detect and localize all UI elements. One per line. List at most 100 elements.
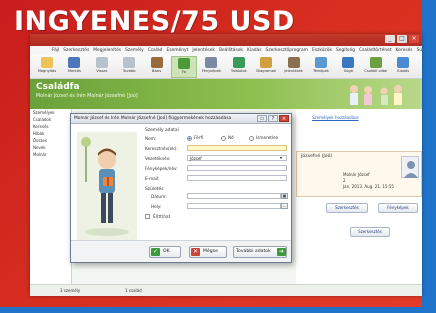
given-name-field[interactable] bbox=[187, 145, 287, 151]
living-label: Él(tt)hat bbox=[153, 214, 171, 219]
dialog-help-button[interactable]: ? bbox=[268, 115, 278, 122]
minimize-button[interactable]: _ bbox=[385, 35, 395, 43]
menu-bar: Fájl Szerkesztés Megjelenítés Személy Család… bbox=[30, 46, 422, 55]
maximize-button[interactable]: □ bbox=[397, 35, 407, 43]
report-icon bbox=[287, 57, 300, 68]
menu-item[interactable]: Súgó bbox=[417, 46, 422, 55]
left-panel-item[interactable]: Molnár bbox=[30, 151, 71, 158]
help-icon bbox=[342, 57, 355, 68]
toolbar-button-label: Mentés bbox=[67, 69, 81, 73]
family-illustration-icon bbox=[350, 85, 402, 105]
toolbar-button-label: Megnyitás bbox=[37, 69, 57, 73]
forward-arrow-icon bbox=[123, 57, 136, 68]
menu-item[interactable]: Szerkesztés bbox=[63, 46, 89, 55]
toolbar-button[interactable]: Jelentések bbox=[281, 56, 307, 78]
menu-item[interactable]: Kiadás bbox=[247, 46, 262, 55]
right-panel: Személyek hozzáadása Józsefné (Joó) Moln… bbox=[296, 109, 422, 284]
menu-item[interactable]: Megjelenítés bbox=[93, 46, 121, 55]
left-panel-item[interactable]: Személyek bbox=[30, 109, 71, 116]
menu-item[interactable]: Jelentések bbox=[192, 46, 215, 55]
toolbar-button[interactable]: Megnyitás bbox=[34, 56, 60, 78]
person-silhouette-icon bbox=[404, 161, 418, 178]
menu-item[interactable]: Eseményt bbox=[166, 46, 188, 55]
toolbar-button[interactable]: Fa bbox=[171, 56, 197, 78]
toolbar-button[interactable]: Súgó bbox=[335, 56, 361, 78]
add-persons-link[interactable]: Személyek hozzáadása bbox=[312, 115, 359, 120]
nickname-field[interactable] bbox=[187, 165, 287, 171]
family-header: Családfa Molnár József és Irén Molnár Jó… bbox=[30, 79, 422, 109]
menu-item[interactable]: Beállítások bbox=[219, 46, 243, 55]
arrow-right-icon: ➜ bbox=[277, 248, 286, 256]
gender-radio-male[interactable]: Férfi bbox=[187, 135, 203, 141]
section-birth: Születés bbox=[145, 187, 164, 192]
toolbar-button[interactable]: Mentés bbox=[61, 56, 87, 78]
toolbar-button[interactable]: Családi oldal bbox=[363, 56, 389, 78]
toolbar-button[interactable]: Kiadás bbox=[390, 56, 416, 78]
chart-icon bbox=[260, 57, 273, 68]
dialog-close-button[interactable]: × bbox=[279, 115, 289, 122]
radio-dot-icon bbox=[249, 135, 254, 141]
email-label: E-mail: bbox=[145, 176, 160, 181]
living-checkbox[interactable] bbox=[145, 214, 150, 219]
toolbar-button[interactable]: Tovább bbox=[116, 56, 142, 78]
toolbar-button[interactable]: Fényképek bbox=[198, 56, 224, 78]
toolbar-button[interactable]: Vissza bbox=[89, 56, 115, 78]
menu-item[interactable]: Személy bbox=[125, 46, 144, 55]
person-card-name: Józsefné (Joó) bbox=[301, 154, 333, 159]
toolbar-button[interactable]: Diagramok bbox=[253, 56, 279, 78]
boy-illustration bbox=[77, 132, 137, 242]
photos-button[interactable]: Fényképek bbox=[378, 203, 418, 213]
person-card-line: Molnár József bbox=[343, 172, 370, 177]
menu-item[interactable]: Keresés bbox=[396, 46, 413, 55]
boy-with-gift-icon bbox=[81, 137, 129, 236]
calendar-icon[interactable]: ▦ bbox=[281, 193, 288, 199]
chevron-down-icon[interactable]: ▾ bbox=[280, 155, 282, 160]
family-subtitle: Molnár József és Irén Molnár Józsefné [J… bbox=[36, 94, 138, 99]
more-details-button[interactable]: ➜ További adatok bbox=[233, 246, 287, 258]
status-persons: 3 személy bbox=[60, 288, 81, 293]
place-field[interactable] bbox=[187, 203, 281, 209]
toolbar-button[interactable]: Bázis bbox=[144, 56, 170, 78]
cross-icon: ✕ bbox=[191, 248, 200, 256]
left-panel-item[interactable]: Családok bbox=[30, 116, 71, 123]
toolbar-button[interactable]: Találatok bbox=[226, 56, 252, 78]
ellipsis-icon[interactable]: … bbox=[281, 203, 288, 209]
person-card-line: 2 bbox=[343, 178, 346, 183]
person-card-line: Jan. 2013. Aug. 21. 15:55 bbox=[343, 184, 394, 189]
ok-button[interactable]: ✓ OK bbox=[149, 246, 181, 258]
menu-item[interactable]: Eszközök bbox=[312, 46, 332, 55]
gender-label: Nem: bbox=[145, 136, 157, 141]
edit-button[interactable]: Szerkesztés bbox=[326, 203, 368, 213]
menu-item[interactable]: Család bbox=[148, 46, 163, 55]
home-icon bbox=[150, 57, 163, 68]
folder-open-icon bbox=[41, 57, 53, 68]
left-panel-item[interactable]: Hibák bbox=[30, 130, 71, 137]
blue-border-bottom bbox=[0, 307, 436, 313]
menu-item[interactable]: Segítség bbox=[336, 46, 355, 55]
left-panel-item[interactable]: Összes bbox=[30, 137, 71, 144]
toolbar-button-label: Vissza bbox=[96, 69, 108, 73]
blue-border-right bbox=[422, 0, 436, 313]
tree-icon bbox=[178, 58, 190, 69]
toolbar-button-label: Térképek bbox=[312, 69, 329, 73]
toolbar-button-label: Jelentések bbox=[284, 69, 303, 73]
menu-item[interactable]: Szerkesztőprogram bbox=[266, 46, 308, 55]
section-personal: Személy adatai bbox=[145, 128, 179, 133]
left-panel-item[interactable]: Nevek bbox=[30, 144, 71, 151]
cancel-button[interactable]: ✕ Mégse bbox=[189, 246, 227, 258]
menu-item[interactable]: Fájl bbox=[52, 46, 59, 55]
dialog-restore-button[interactable]: ▭ bbox=[257, 115, 267, 122]
status-families: 1 család bbox=[125, 288, 142, 293]
toolbar-button-label: Családi oldal bbox=[364, 69, 388, 73]
date-field[interactable] bbox=[187, 193, 281, 199]
close-button[interactable]: × bbox=[409, 35, 419, 43]
toolbar-button[interactable]: Térképek bbox=[308, 56, 334, 78]
left-panel-item[interactable]: Keresés bbox=[30, 123, 71, 130]
menu-item[interactable]: Családtörténet bbox=[359, 46, 392, 55]
gender-radio-female[interactable]: Nő bbox=[221, 135, 234, 141]
edit-button-secondary[interactable]: Szerkesztés bbox=[350, 227, 390, 237]
surname-field[interactable]: József bbox=[187, 155, 287, 161]
back-arrow-icon bbox=[95, 57, 108, 68]
gender-radio-unknown[interactable]: Ismeretlen bbox=[249, 135, 278, 141]
email-field[interactable] bbox=[187, 175, 287, 181]
